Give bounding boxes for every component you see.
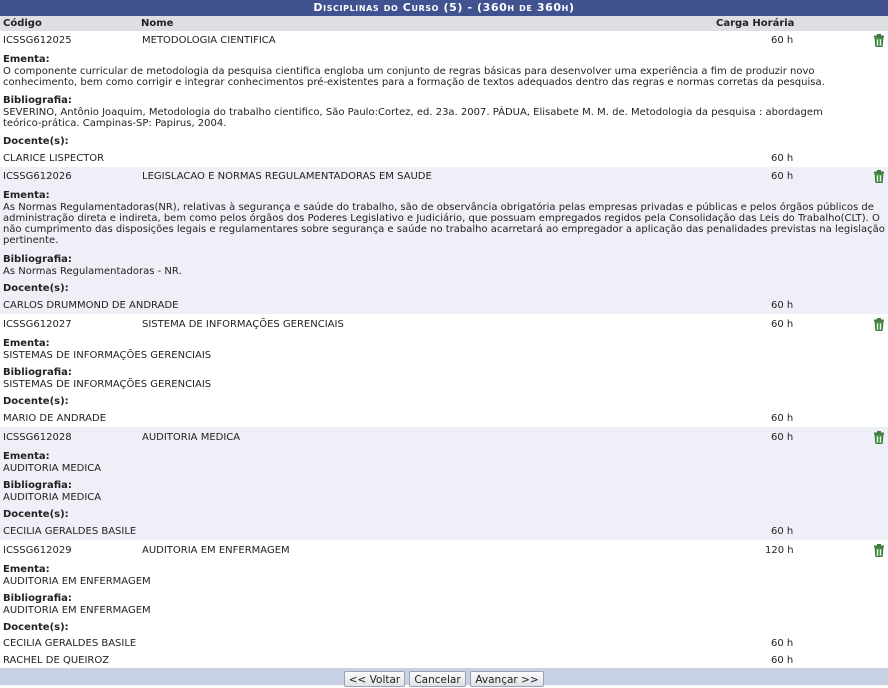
ementa-text: SISTEMAS DE INFORMAÇÕES GERENCIAIS (3, 350, 212, 361)
bibliografia-text: SISTEMAS DE INFORMAÇÕES GERENCIAIS (3, 379, 212, 390)
docente-nome: CARLOS DRUMMOND DE ANDRADE (3, 300, 179, 311)
table-caption: Disciplinas do Curso (5) - (360h de 360h… (0, 0, 888, 16)
docentes-label: Docente(s): (3, 136, 69, 147)
disciplina-row: ICSSG612025 METODOLOGIA CIENTIFICA 60 h … (0, 31, 888, 167)
header-nome: Nome (141, 18, 174, 29)
bibliografia-label: Bibliografia: (3, 254, 72, 265)
docentes-label: Docente(s): (3, 622, 69, 633)
bibliografia-label: Bibliografia: (3, 367, 72, 378)
ementa-label: Ementa: (3, 338, 50, 349)
docente-nome: CECILIA GERALDES BASILE (3, 638, 137, 649)
header-codigo: Código (3, 18, 42, 29)
bibliografia-label: Bibliografia: (3, 593, 72, 604)
ementa-text: O componente curricular de metodologia d… (3, 66, 825, 88)
ementa-label: Ementa: (3, 564, 50, 575)
docente-nome: MARIO DE ANDRADE (3, 413, 107, 424)
disciplina-carga: 60 h (771, 319, 794, 330)
ementa-text: AUDITORIA MEDICA (3, 463, 102, 474)
header-carga: Carga Horária (716, 18, 795, 29)
disciplina-row: ICSSG612029 AUDITORIA EM ENFERMAGEM 120 … (0, 540, 888, 668)
bibliografia-text: As Normas Regulamentadoras - NR. (3, 266, 182, 277)
disciplina-nome: SISTEMA DE INFORMAÇÕES GERENCIAIS (142, 319, 344, 330)
disciplina-row: ICSSG612028 AUDITORIA MEDICA 60 h Ementa… (0, 427, 888, 540)
trash-icon[interactable] (873, 170, 885, 183)
trash-icon[interactable] (873, 544, 885, 557)
trash-icon[interactable] (873, 34, 885, 47)
docentes-label: Docente(s): (3, 509, 69, 520)
bibliografia-text: SEVERINO, Antônio Joaquim, Metodologia d… (3, 107, 823, 129)
disciplina-carga: 120 h (765, 545, 794, 556)
docentes-label: Docente(s): (3, 396, 69, 407)
ementa-text: As Normas Regulamentadoras(NR), relativa… (3, 202, 885, 246)
docente-nome: RACHEL DE QUEIROZ (3, 655, 110, 666)
disciplina-carga: 60 h (771, 171, 794, 182)
disciplina-codigo: ICSSG612029 (3, 545, 72, 556)
docente-nome: CECILIA GERALDES BASILE (3, 526, 137, 537)
disciplina-nome: AUDITORIA MEDICA (142, 432, 241, 443)
disciplina-codigo: ICSSG612026 (3, 171, 72, 182)
docente-carga: 60 h (771, 153, 794, 164)
docentes-label: Docente(s): (3, 283, 69, 294)
docente-carga: 60 h (771, 300, 794, 311)
button-bar: << Voltar Cancelar Avançar >> (0, 668, 888, 687)
bibliografia-text: AUDITORIA EM ENFERMAGEM (3, 605, 151, 616)
disciplina-nome: METODOLOGIA CIENTIFICA (142, 35, 276, 46)
table-header: Código Nome Carga Horária (0, 16, 888, 31)
trash-icon[interactable] (873, 431, 885, 444)
ementa-label: Ementa: (3, 54, 50, 65)
disciplina-carga: 60 h (771, 432, 794, 443)
disciplina-codigo: ICSSG612025 (3, 35, 72, 46)
disciplina-carga: 60 h (771, 35, 794, 46)
disciplina-row: ICSSG612026 LEGISLACAO E NORMAS REGULAME… (0, 167, 888, 314)
disciplina-nome: AUDITORIA EM ENFERMAGEM (142, 545, 290, 556)
disciplina-codigo: ICSSG612027 (3, 319, 72, 330)
docente-carga: 60 h (771, 638, 794, 649)
bibliografia-label: Bibliografia: (3, 95, 72, 106)
docente-nome: CLARICE LISPECTOR (3, 153, 105, 164)
disciplina-row: ICSSG612027 SISTEMA DE INFORMAÇÕES GEREN… (0, 314, 888, 427)
disciplina-codigo: ICSSG612028 (3, 432, 72, 443)
bibliografia-text: AUDITORIA MEDICA (3, 492, 102, 503)
ementa-text: AUDITORIA EM ENFERMAGEM (3, 576, 151, 587)
ementa-label: Ementa: (3, 190, 50, 201)
docente-carga: 60 h (771, 526, 794, 537)
disciplina-nome: LEGISLACAO E NORMAS REGULAMENTADORAS EM … (142, 171, 432, 182)
bibliografia-label: Bibliografia: (3, 480, 72, 491)
docente-carga: 60 h (771, 655, 794, 666)
ementa-label: Ementa: (3, 451, 50, 462)
trash-icon[interactable] (873, 318, 885, 331)
docente-carga: 60 h (771, 413, 794, 424)
